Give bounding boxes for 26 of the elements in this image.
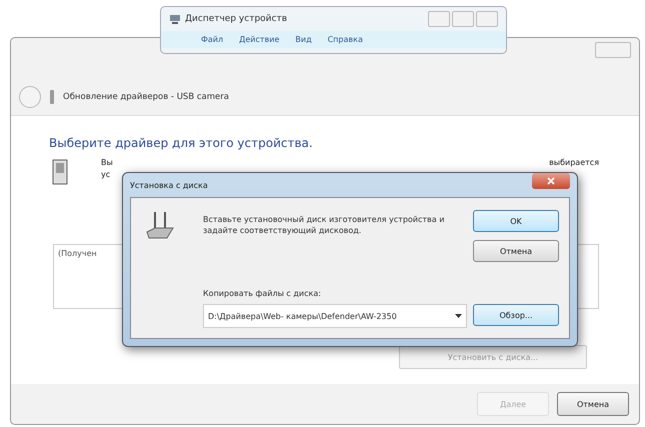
ok-button[interactable]: OK (473, 210, 559, 232)
dialog-message: Вставьте установочный диск изготовителя устройства и задайте соответствующий дисковод. (203, 214, 446, 238)
wizard-heading: Выберите драйвер для этого устройства. (49, 136, 314, 150)
info-text: ус (101, 170, 110, 179)
copy-label: Копировать файлы с диска: (203, 289, 322, 298)
info-text: выбирается (549, 158, 599, 167)
wizard-title: Обновление драйверов - USB camera (63, 92, 229, 102)
cancel-button[interactable]: Отмена (473, 240, 559, 262)
close-icon (547, 177, 555, 185)
menu-item[interactable]: Действие (239, 35, 280, 44)
computer-icon (169, 14, 181, 24)
minimize-button[interactable] (428, 11, 450, 27)
cancel-button[interactable]: Отмена (557, 392, 629, 416)
list-text: (Получен (58, 249, 97, 258)
info-text: Вы (101, 158, 113, 167)
menu-item[interactable]: Справка (328, 35, 363, 44)
menu-item[interactable]: Вид (295, 35, 312, 44)
window-title: Диспетчер устройств (185, 14, 288, 24)
close-button[interactable] (532, 173, 570, 189)
dialog-title: Установка с диска (130, 180, 208, 190)
dropdown-arrow-icon (455, 314, 462, 318)
back-button[interactable] (19, 86, 41, 108)
path-combo[interactable]: D:\Драйвера\Web- камеры\Defender\AW-2350 (203, 304, 467, 328)
menu-item[interactable]: Файл (201, 35, 224, 44)
maximize-button[interactable] (452, 11, 474, 27)
browse-button[interactable]: Обзор... (473, 304, 559, 326)
